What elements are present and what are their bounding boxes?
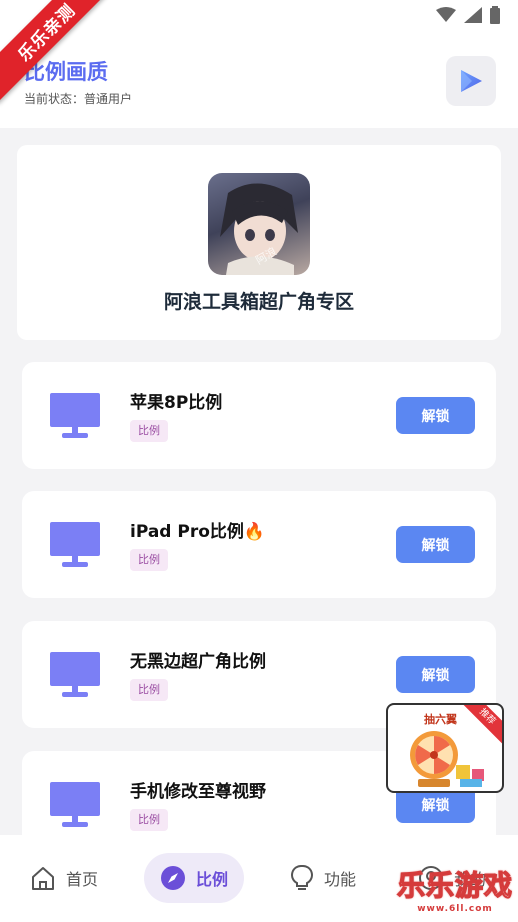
- nav-item-home[interactable]: 首页: [30, 853, 98, 903]
- list-item: 苹果8P比例 比例 解锁: [22, 362, 496, 469]
- nav-label-home: 首页: [66, 870, 99, 889]
- monitor-icon: [50, 782, 100, 827]
- anime-avatar-image: 阿浪: [220, 183, 298, 275]
- play-button[interactable]: [446, 56, 496, 106]
- nav-item-ratio[interactable]: 比例: [144, 853, 245, 903]
- item-title: iPad Pro比例🔥: [130, 522, 266, 542]
- unlock-button[interactable]: 解锁: [396, 397, 475, 434]
- hero-title: 阿浪工具箱超广角专区: [163, 291, 354, 313]
- compass-icon: [161, 866, 185, 890]
- hero-avatar: 阿浪: [208, 173, 310, 275]
- monitor-icon: [50, 522, 100, 567]
- item-tag: 比例: [130, 679, 168, 701]
- list-item: iPad Pro比例🔥 比例 解锁: [22, 491, 496, 598]
- watermark-url: www.6ll.com: [417, 904, 493, 914]
- home-icon: [32, 867, 54, 890]
- nav-label-features: 功能: [324, 870, 357, 889]
- nav-label-ratio: 比例: [196, 870, 229, 889]
- item-title: 苹果8P比例: [130, 393, 223, 413]
- item-tag: 比例: [130, 809, 168, 831]
- lightbulb-icon: [291, 864, 313, 890]
- nav-item-features[interactable]: 功能: [290, 853, 356, 903]
- hero-card: 阿浪 阿浪工具箱超广角专区: [17, 145, 501, 340]
- battery-icon: [490, 6, 500, 24]
- item-tag: 比例: [130, 549, 168, 571]
- monitor-icon: [50, 393, 100, 438]
- user-status: 当前状态：普通用户: [24, 92, 133, 106]
- site-watermark: 乐乐游戏 www.6ll.com: [396, 864, 514, 914]
- status-icons: [436, 6, 500, 24]
- prize-wheel-icon: [410, 731, 484, 787]
- unlock-button[interactable]: 解锁: [396, 526, 475, 563]
- watermark-name: 乐乐游戏: [396, 868, 513, 902]
- floating-ad[interactable]: 抽六翼 推荐: [386, 703, 504, 793]
- item-tag: 比例: [130, 420, 168, 442]
- unlock-button[interactable]: 解锁: [396, 656, 475, 693]
- play-icon: [461, 70, 482, 92]
- monitor-icon: [50, 652, 100, 697]
- header: 比例画质 当前状态：普通用户: [0, 34, 518, 128]
- item-title: 手机修改至尊视野: [130, 782, 266, 802]
- wifi-icon: [436, 7, 456, 22]
- signal-icon: [464, 7, 482, 23]
- item-title: 无黑边超广角比例: [130, 652, 266, 672]
